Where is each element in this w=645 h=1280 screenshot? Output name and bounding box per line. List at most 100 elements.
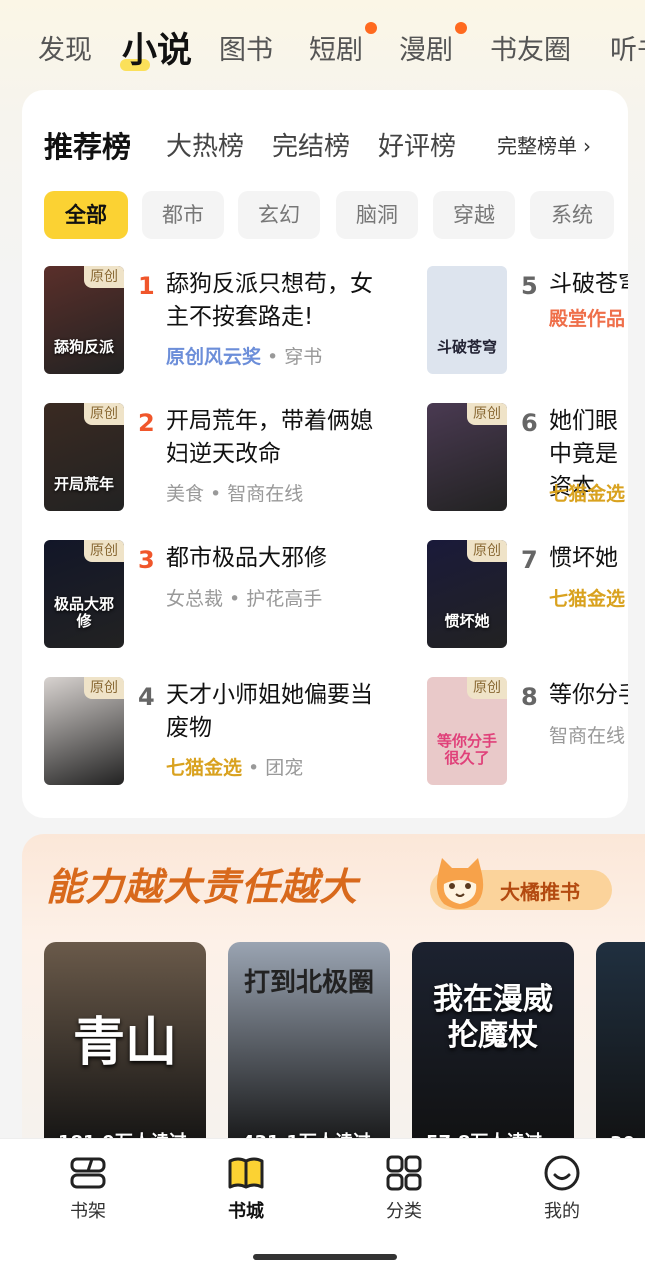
book-title: 斗破苍穹 [549,271,628,297]
ranking-book-7[interactable]: 原创 惯坏她 7 惯坏她 七猫金选 [427,540,628,652]
book-meta: 七猫金选 [549,584,625,611]
book-cover: 原创 惯坏她 [427,540,507,648]
book-badge: 七猫金选 [549,483,626,505]
home-indicator[interactable] [253,1254,397,1260]
book-cover: 原创 [44,677,124,785]
tab-discover[interactable]: 发现 [38,28,92,67]
tab-book-circle[interactable]: 书友圈 [490,28,571,67]
category-chip-timetravel[interactable]: 穿越 [433,191,515,239]
promo-book-title: 青山 [72,1012,177,1073]
original-tag: 原创 [84,677,124,699]
tab-novel[interactable]: 小说 [119,22,192,73]
nav-category[interactable]: 分类 [354,1155,454,1223]
full-list-link[interactable]: 完整榜单 › [497,130,591,159]
promo-book-3[interactable]: 我在漫威抡魔杖 57.8万人读过 [412,942,574,1154]
rank-number: 6 [521,409,538,437]
category-chip-system[interactable]: 系统 [530,191,614,239]
rank-number: 4 [138,683,155,711]
original-tag: 原创 [467,403,507,425]
cover-title: 舔狗反派 [53,338,114,356]
tab-audiobook[interactable]: 听书 [610,28,645,67]
profile-icon [544,1155,580,1191]
original-tag: 原创 [84,266,124,288]
nav-label: 我的 [544,1201,580,1222]
ranking-book-4[interactable]: 原创 4 天才小师姐她偏要当废物 七猫金选 • 团宠 [44,677,404,789]
book-meta: 七猫金选 [549,479,625,506]
book-badge: 七猫金选 [166,757,243,779]
cover-title: 等你分手很久了 [436,732,497,767]
rank-tab-hot[interactable]: 大热榜 [166,126,244,163]
top-tab-bar: 发现 小说 图书 短剧 漫剧 书友圈 听书 [0,0,645,90]
full-list-label: 完整榜单 [497,134,577,158]
promo-book-2[interactable]: 打到北极圈 431.1万人读过 [228,942,390,1154]
rank-tab-completed[interactable]: 完结榜 [272,126,350,163]
nav-profile[interactable]: 我的 [512,1155,612,1223]
ranking-book-3[interactable]: 原创 极品大邪修 3 都市极品大邪修 女总裁 • 护花高手 [44,540,404,652]
promo-book-4[interactable]: 30 [596,942,645,1154]
rank-tab-rated[interactable]: 好评榜 [378,126,456,163]
book-cover: 原创 开局荒年 [44,403,124,511]
book-title: 惯坏她 [549,545,618,571]
book-badge: 七猫金选 [549,588,626,610]
original-tag: 原创 [84,403,124,425]
original-tag: 原创 [467,540,507,562]
book-badge: 殿堂作品 [549,308,626,330]
book-tags: 穿书 [284,346,323,368]
tab-books[interactable]: 图书 [219,28,273,67]
nav-label: 分类 [386,1201,422,1222]
original-tag: 原创 [467,677,507,699]
bookstore-icon [228,1157,264,1189]
short-drama-dot [365,22,377,34]
book-meta: 七猫金选 • 团宠 [166,753,303,780]
promo-book-1[interactable]: 青山 181.9万人读过 [44,942,206,1154]
book-meta: 殿堂作品 [549,304,625,331]
cover-title: 斗破苍穹 [436,338,497,356]
book-cover: 斗破苍穹 [427,266,507,374]
comic-drama-dot [455,22,467,34]
nav-label: 书架 [70,1201,106,1222]
ranking-book-6[interactable]: 原创 6 她们眼中竟是资本 七猫金选 [427,403,628,515]
book-title: 天才小师姐她偏要当废物 [166,682,373,741]
promo-section: 能力越大责任越大 大橘推书 青山 181.9万人读过 打到北极圈 431.1万人… [22,834,645,1154]
bookshelf-icon [70,1157,106,1189]
nav-bookshelf[interactable]: 书架 [38,1155,138,1223]
nav-label: 书城 [228,1201,264,1222]
book-meta: 女总裁 • 护花高手 [166,588,323,610]
meta-separator: • [267,346,279,368]
rank-number: 1 [138,272,155,300]
nav-bookstore[interactable]: 书城 [196,1155,296,1223]
rank-number: 8 [521,683,538,711]
promo-title: 能力越大责任越大 [46,864,359,909]
promo-book-title: 打到北极圈 [243,968,374,998]
original-tag: 原创 [84,540,124,562]
book-cover: 原创 [427,403,507,511]
tab-comic-drama[interactable]: 漫剧 [399,28,453,67]
category-chip-fantasy[interactable]: 玄幻 [238,191,320,239]
ranking-book-8[interactable]: 原创 等你分手很久了 8 等你分手 智商在线 [427,677,628,789]
promo-book-title: 我在漫威抡魔杖 [433,982,553,1053]
book-cover: 原创 极品大邪修 [44,540,124,648]
book-title: 等你分手 [549,682,628,708]
ranking-card: 推荐榜 大热榜 完结榜 好评榜 完整榜单 › 全部 都市 玄幻 脑洞 穿越 系统 … [22,90,628,818]
ranking-book-5[interactable]: 斗破苍穹 5 斗破苍穹 殿堂作品 [427,266,628,378]
rank-number: 3 [138,546,155,574]
book-title: 都市极品大邪修 [166,545,327,571]
book-meta: 原创风云奖 • 穿书 [166,342,322,369]
tab-short-drama[interactable]: 短剧 [309,28,363,67]
book-badge: 原创风云奖 [166,346,262,368]
book-cover: 原创 等你分手很久了 [427,677,507,785]
ranking-book-2[interactable]: 原创 开局荒年 2 开局荒年，带着俩媳妇逆天改命 美食 • 智商在线 [44,403,404,515]
book-title: 舔狗反派只想苟，女主不按套路走! [166,271,373,330]
cover-title: 惯坏她 [444,612,490,630]
chevron-right-icon: › [583,134,591,158]
ranking-book-1[interactable]: 原创 舔狗反派 1 舔狗反派只想苟，女主不按套路走! 原创风云奖 • 穿书 [44,266,404,378]
book-title: 开局荒年，带着俩媳妇逆天改命 [166,408,373,467]
rank-number: 5 [521,272,538,300]
cover-title: 开局荒年 [53,475,114,493]
cat-mascot-icon [436,858,484,909]
meta-separator: • [248,757,260,779]
category-chip-brainhole[interactable]: 脑洞 [336,191,418,239]
category-chip-urban[interactable]: 都市 [142,191,224,239]
rank-tab-recommended[interactable]: 推荐榜 [44,124,131,166]
category-chip-all[interactable]: 全部 [44,191,128,239]
